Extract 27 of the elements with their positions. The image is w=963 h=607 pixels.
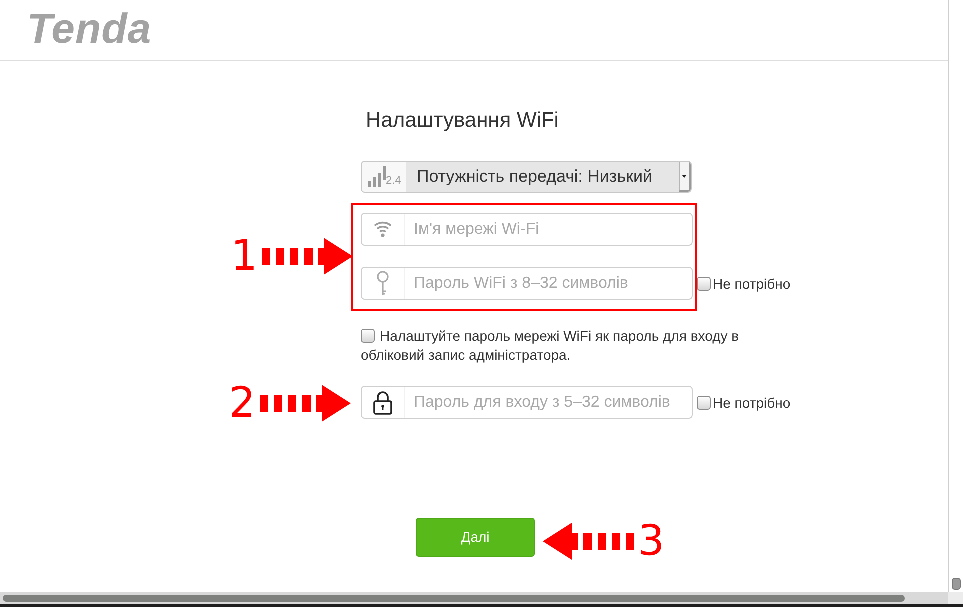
login-password-field[interactable]: Пароль для входу з 5–32 символів (361, 386, 693, 419)
lock-icon (373, 390, 393, 414)
wifi-icon (373, 221, 393, 238)
checkbox-label: Не потрібно (713, 394, 791, 412)
checkbox-label: Не потрібно (713, 274, 791, 292)
caret-icon (682, 174, 687, 178)
logo: Tenda (27, 6, 152, 52)
scrollbar-thumb[interactable] (3, 594, 905, 602)
power-select[interactable]: 2.4 Потужність передачі: Низький (361, 161, 692, 193)
scrollbar-thumb[interactable] (952, 578, 960, 590)
checkbox[interactable] (361, 329, 375, 343)
callout-number: 2 (229, 382, 256, 424)
vertical-scrollbar[interactable] (948, 0, 963, 592)
checkbox[interactable] (697, 276, 711, 290)
horizontal-scrollbar[interactable] (0, 592, 948, 604)
checkbox[interactable] (697, 396, 711, 410)
wifi-password-field[interactable]: Пароль WiFi з 8–32 символів (361, 267, 693, 300)
key-icon (376, 271, 390, 296)
scrollbar-corner (948, 592, 963, 604)
checkbox-option[interactable]: Налаштуйте пароль мережі WiFi як пароль для входу в обліковий запис адміністратора. (361, 327, 753, 365)
wifi-name-field[interactable]: Ім'я мережі Wi-Fi (361, 213, 693, 246)
band-label: 2.4 (386, 176, 402, 187)
page-title: Налаштування WiFi (366, 108, 559, 134)
dropdown-button[interactable] (679, 162, 691, 192)
signal-icon (368, 166, 386, 187)
callout-number: 1 (231, 235, 258, 277)
callout-number: 3 (638, 520, 665, 562)
